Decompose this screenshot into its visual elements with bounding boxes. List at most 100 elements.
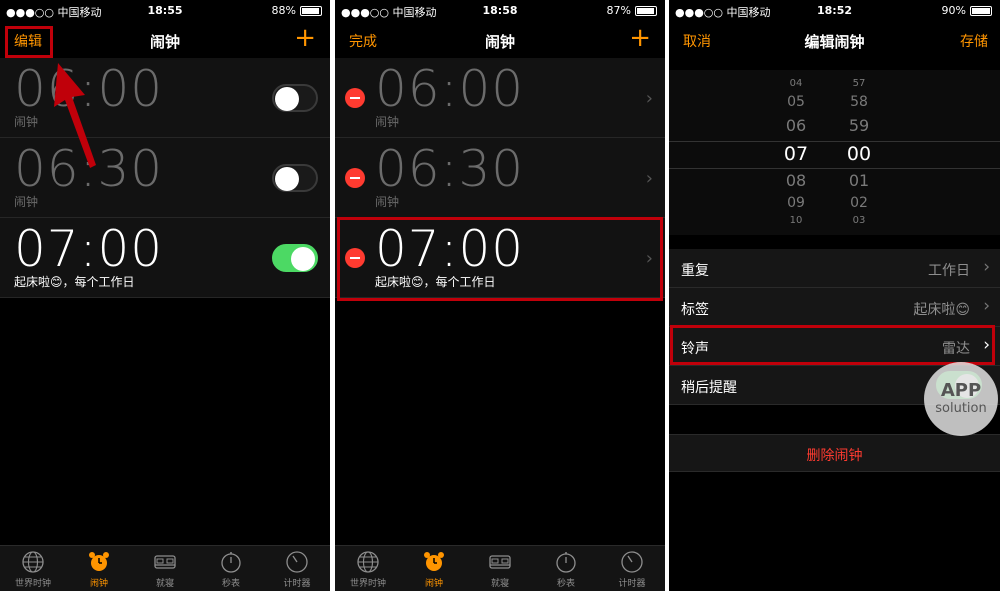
picker-value: 04 [789, 78, 803, 89]
alarm-label: 起床啦😊，每个工作日 [14, 275, 135, 289]
chevron-right-icon: › [645, 88, 653, 109]
stopwatch-icon [556, 552, 576, 573]
save-button[interactable]: 存储 [960, 31, 988, 51]
picker-value: 59 [848, 116, 870, 135]
time-picker[interactable]: 04 05 06 07 08 09 10 57 58 59 00 01 02 0… [669, 70, 1000, 235]
tab-label: 就寝 [155, 579, 174, 589]
navigation-bar: 完成 闹钟 + [335, 22, 665, 58]
row-label: 标签 [681, 302, 709, 318]
picker-value: 58 [850, 94, 868, 110]
tab-bar: 世界时钟 闹钟 就寝 秒表 计时器 [335, 545, 665, 591]
row-value: 起床啦😊 [913, 302, 970, 318]
tab-label: 世界时钟 [14, 579, 51, 589]
tab-label: 计时器 [618, 579, 646, 589]
bed-icon [154, 555, 176, 569]
tab-label: 闹钟 [89, 579, 108, 589]
annotation-box [5, 26, 53, 58]
delete-alarm-row[interactable]: 删除闹钟 [669, 434, 1000, 472]
globe-icon [22, 551, 44, 573]
alarm-label: 闹钟 [375, 115, 400, 129]
label-row[interactable]: 标签 起床啦😊 › [669, 288, 1000, 327]
tab-timer[interactable]: 计时器 [264, 546, 330, 591]
battery-percent: 87% [606, 4, 631, 17]
tab-bar: 世界时钟 闹钟 就寝 秒表 计时器 [0, 545, 330, 591]
battery-icon [300, 5, 322, 16]
picker-value: 57 [852, 78, 866, 89]
delete-minus-icon[interactable] [345, 168, 365, 188]
battery-icon [970, 5, 992, 16]
picker-value: 09 [787, 195, 805, 211]
tab-label: 就寝 [490, 579, 509, 589]
battery-percent: 88% [271, 4, 296, 17]
alarm-edit-list-screen: ●●●○○ 中国移动 18:58 87% 完成 闹钟 + 06:00 闹钟 › … [335, 0, 665, 591]
picker-value: 01 [848, 171, 870, 190]
navigation-bar: 取消 编辑闹钟 存储 [669, 22, 1000, 58]
tab-label: 世界时钟 [349, 579, 386, 589]
tab-bedtime[interactable]: 就寝 [132, 546, 198, 591]
tab-stopwatch[interactable]: 秒表 [198, 546, 264, 591]
status-bar: ●●●○○ 中国移动 18:52 90% [669, 0, 1000, 22]
chevron-right-icon: › [645, 168, 653, 189]
annotation-box [337, 217, 663, 301]
app-solution-watermark: APP solution [924, 362, 998, 436]
picker-selected-minute: 00 [846, 143, 872, 165]
tab-label: 闹钟 [424, 579, 443, 589]
add-alarm-button[interactable]: + [294, 24, 316, 52]
chevron-right-icon: › [983, 296, 990, 316]
timer-icon [621, 551, 643, 573]
row-value: 工作日 [928, 263, 970, 279]
tab-timer[interactable]: 计时器 [599, 546, 665, 591]
edit-alarm-screen: ●●●○○ 中国移动 18:52 90% 取消 编辑闹钟 存储 04 05 06… [669, 0, 1000, 591]
delete-alarm-button[interactable]: 删除闹钟 [807, 445, 863, 465]
page-title: 编辑闹钟 [804, 33, 865, 51]
globe-icon [357, 551, 379, 573]
picker-value: 10 [789, 215, 803, 226]
tab-label: 计时器 [283, 579, 311, 589]
tab-bedtime[interactable]: 就寝 [467, 546, 533, 591]
picker-value: 06 [785, 116, 807, 135]
alarm-toggle[interactable] [272, 84, 318, 112]
status-right: 90% [942, 4, 992, 17]
status-right: 87% [607, 4, 657, 17]
tab-world-clock[interactable]: 世界时钟 [335, 546, 401, 591]
annotation-arrow-icon [54, 63, 96, 168]
alarm-time: 06:30 [375, 140, 525, 198]
alarm-time: 07:00 [14, 220, 164, 278]
alarm-row[interactable]: 07:00 起床啦😊，每个工作日 [0, 218, 330, 298]
page-title: 闹钟 [484, 33, 515, 51]
tab-stopwatch[interactable]: 秒表 [533, 546, 599, 591]
timer-icon [286, 551, 308, 573]
delete-minus-icon[interactable] [345, 88, 365, 108]
picker-selected-hour: 07 [783, 143, 809, 165]
alarm-toggle[interactable] [272, 164, 318, 192]
add-alarm-button[interactable]: + [629, 24, 651, 52]
alarm-list-screen: ●●●○○ 中国移动 18:55 88% 编辑 闹钟 + 06:00 闹钟 06… [0, 0, 330, 591]
chevron-right-icon: › [983, 257, 990, 277]
alarm-clock-icon [89, 552, 109, 571]
repeat-row[interactable]: 重复 工作日 › [669, 249, 1000, 288]
status-bar: ●●●○○ 中国移动 18:55 88% [0, 0, 330, 22]
battery-percent: 90% [941, 4, 966, 17]
alarm-row[interactable]: 06:30 闹钟 › [335, 138, 665, 218]
tab-alarm[interactable]: 闹钟 [66, 546, 132, 591]
watermark-line2: solution [935, 401, 987, 416]
alarm-label: 闹钟 [14, 115, 39, 129]
tab-label: 秒表 [221, 579, 240, 589]
picker-value: 05 [787, 94, 805, 110]
watermark-line1: APP [940, 380, 982, 401]
annotation-box [670, 325, 995, 365]
alarm-label: 闹钟 [14, 195, 39, 209]
alarm-label: 闹钟 [375, 195, 400, 209]
tab-alarm[interactable]: 闹钟 [401, 546, 467, 591]
picker-value: 03 [852, 215, 866, 226]
status-right: 88% [272, 4, 322, 17]
alarm-time: 06:00 [375, 60, 525, 118]
battery-icon [635, 5, 657, 16]
alarm-row[interactable]: 06:00 闹钟 › [335, 58, 665, 138]
picker-value: 08 [785, 171, 807, 190]
tab-world-clock[interactable]: 世界时钟 [0, 546, 66, 591]
row-label: 稍后提醒 [681, 380, 737, 396]
picker-value: 02 [850, 195, 868, 211]
tab-label: 秒表 [556, 579, 575, 589]
alarm-toggle[interactable] [272, 244, 318, 272]
